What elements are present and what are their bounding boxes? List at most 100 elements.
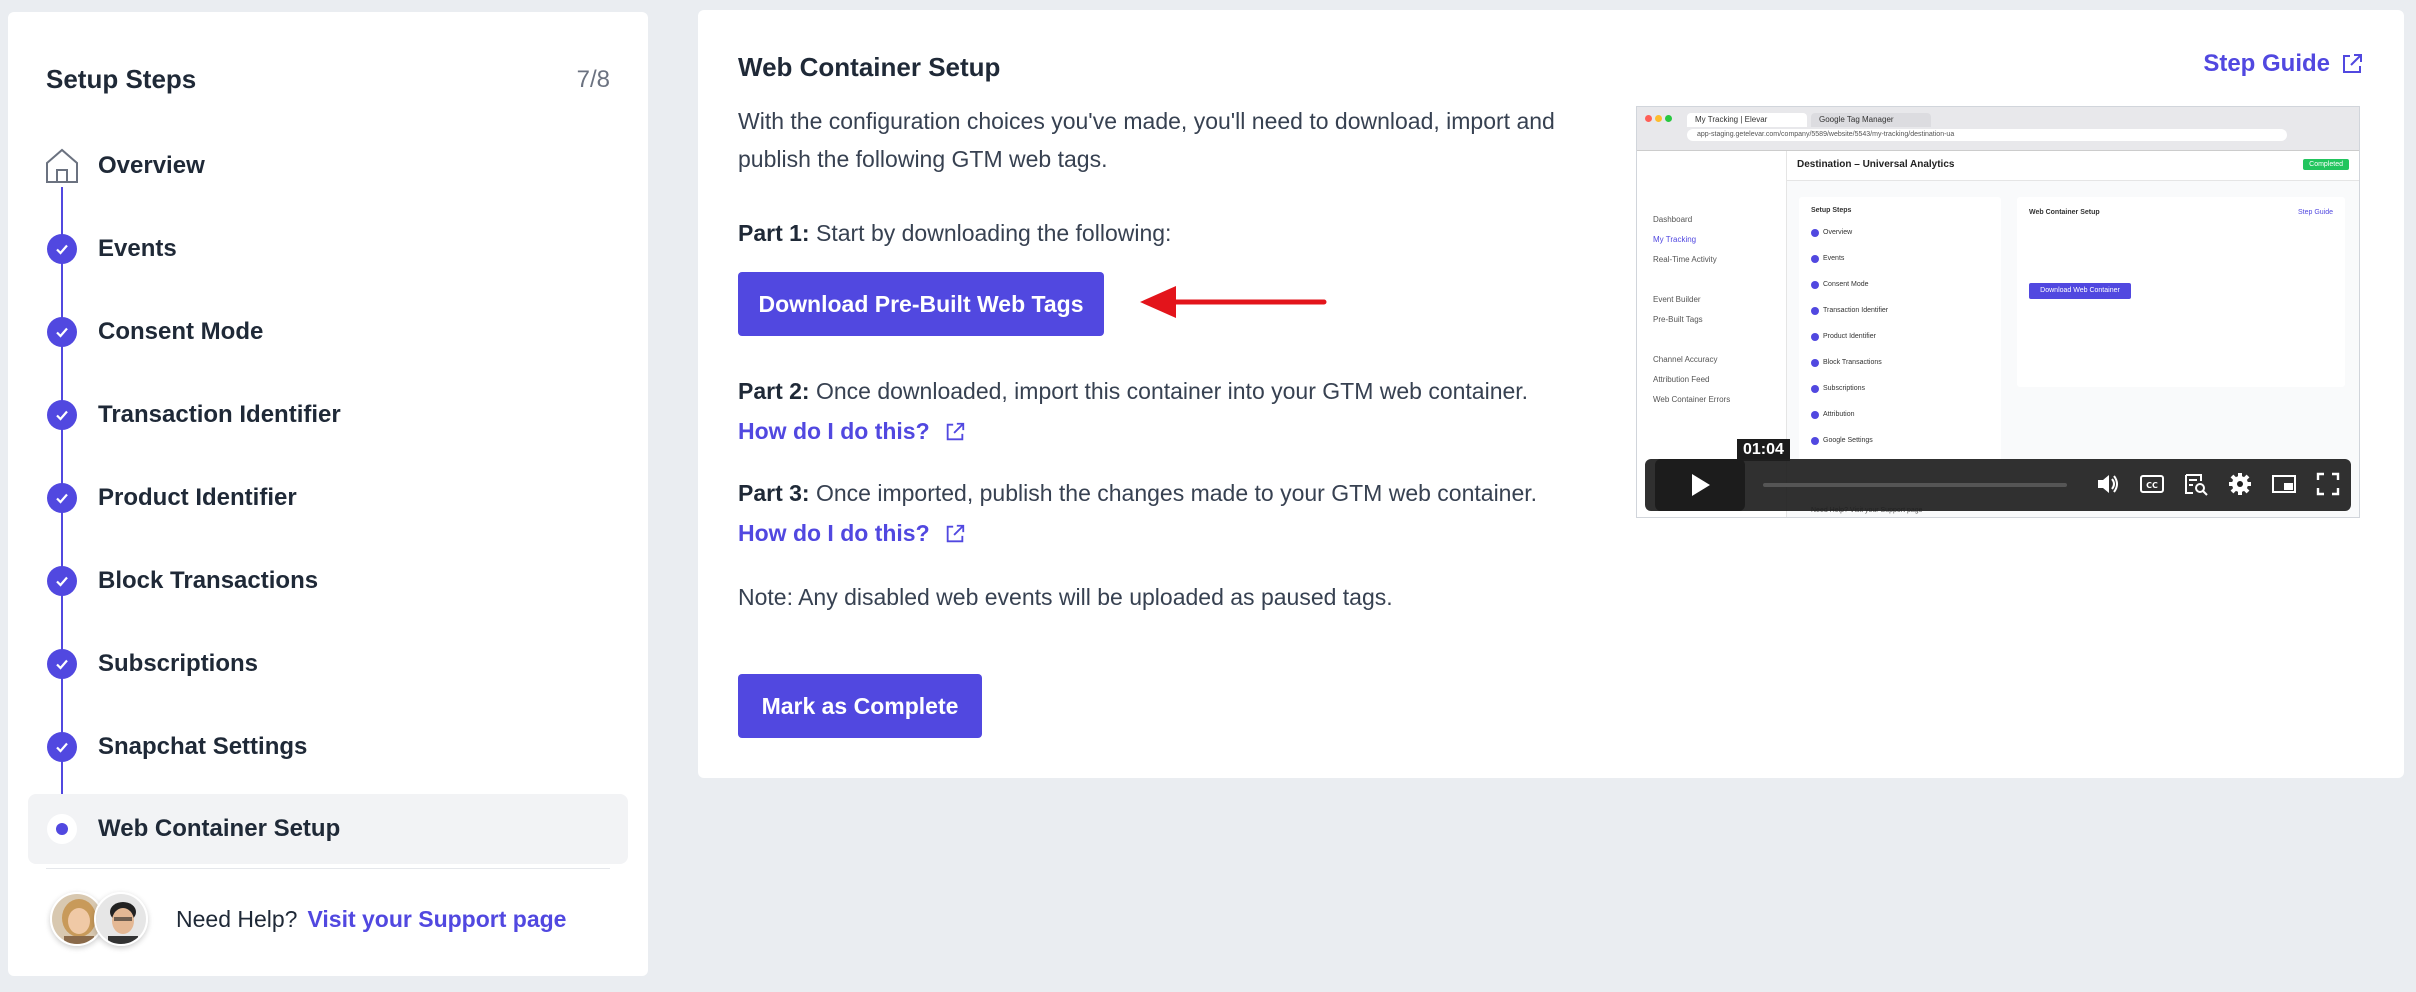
- settings-icon[interactable]: [2227, 471, 2253, 497]
- external-link-icon: [946, 524, 964, 542]
- maximize-dot-icon: [1665, 115, 1672, 122]
- check-icon: [47, 565, 77, 596]
- step-dot-icon: [1811, 229, 1819, 237]
- step-label: Consent Mode: [98, 317, 264, 345]
- browser-tab: My Tracking | Elevar: [1687, 113, 1807, 127]
- nav-item: Web Container Errors: [1653, 395, 1731, 404]
- nav-item: Event Builder: [1653, 295, 1701, 304]
- video-header: Destination – Universal Analytics Comple…: [1787, 151, 2359, 181]
- video-step: Attribution: [1823, 411, 1855, 418]
- step-events[interactable]: Events: [8, 207, 648, 290]
- video-step: Transaction Identifier: [1823, 307, 1889, 314]
- step-label: Product Identifier: [98, 483, 297, 511]
- browser-tab: Google Tag Manager: [1811, 113, 1931, 127]
- setup-steps-sidebar: Setup Steps 7/8 Overview Events Consent …: [8, 12, 648, 976]
- step-label: Web Container Setup: [98, 815, 341, 842]
- play-icon: [1692, 474, 1710, 496]
- step-overview[interactable]: Overview: [8, 124, 648, 207]
- step-subscriptions[interactable]: Subscriptions: [8, 622, 648, 705]
- step-dot-icon: [1811, 307, 1819, 315]
- step-dot-icon: [1811, 359, 1819, 367]
- part-text: Once imported, publish the changes made …: [815, 480, 1538, 506]
- how-do-i-link-publish[interactable]: How do I do this?: [738, 520, 966, 547]
- video-steps-title: Setup Steps: [1811, 207, 1852, 214]
- video-step-guide: Step Guide: [2297, 209, 2333, 216]
- howto-label: How do I do this?: [738, 418, 930, 444]
- step-label: Overview: [98, 151, 205, 179]
- step-dot-icon: [1811, 255, 1819, 263]
- step-label: Snapchat Settings: [98, 732, 308, 760]
- howto-label: How do I do this?: [738, 520, 930, 546]
- note-text: Note: Any disabled web events will be up…: [738, 584, 1393, 610]
- check-icon: [47, 731, 77, 762]
- home-icon: [46, 148, 78, 183]
- mark-as-complete-button[interactable]: Mark as Complete: [738, 674, 982, 738]
- step-web-container-setup[interactable]: Web Container Setup: [28, 794, 628, 864]
- external-link-icon: [2343, 54, 2362, 73]
- fullscreen-icon[interactable]: [2315, 471, 2341, 497]
- part-1: Part 1: Start by downloading the followi…: [738, 214, 1171, 252]
- step-dot-icon: [1811, 437, 1819, 445]
- step-block-transactions[interactable]: Block Transactions: [8, 539, 648, 622]
- web-container-setup-card: Web Container Setup Step Guide With the …: [698, 10, 2404, 778]
- picture-in-picture-icon[interactable]: [2271, 471, 2297, 497]
- video-step: Block Transactions: [1823, 359, 1882, 366]
- captions-icon[interactable]: CC: [2139, 471, 2165, 497]
- video-content-title: Web Container Setup: [2029, 209, 2100, 216]
- step-label: Transaction Identifier: [98, 400, 341, 428]
- download-web-tags-button[interactable]: Download Pre-Built Web Tags: [738, 272, 1104, 336]
- how-do-i-link-import[interactable]: How do I do this?: [738, 418, 966, 445]
- step-dot-icon: [1811, 333, 1819, 341]
- step-dot-icon: [1811, 281, 1819, 289]
- check-icon: [47, 482, 77, 513]
- help-section: Need Help? Visit your Support page: [50, 892, 566, 946]
- nav-item: Attribution Feed: [1653, 375, 1710, 384]
- minimize-dot-icon: [1655, 115, 1662, 122]
- step-guide-link[interactable]: Step Guide: [2203, 50, 2364, 78]
- part-text: Once downloaded, import this container i…: [815, 378, 1529, 404]
- step-product-identifier[interactable]: Product Identifier: [8, 456, 648, 539]
- part-label: Part 1:: [738, 220, 810, 246]
- browser-chrome: My Tracking | Elevar Google Tag Manager …: [1637, 107, 2359, 151]
- part-3: Part 3: Once imported, publish the chang…: [738, 474, 1638, 512]
- external-link-icon: [946, 422, 964, 440]
- nav-item: My Tracking: [1653, 235, 1697, 244]
- video-progress-bar[interactable]: [1763, 483, 2067, 487]
- video-timestamp: 01:04: [1737, 439, 1790, 461]
- step-dot-icon: [1811, 411, 1819, 419]
- transcript-icon[interactable]: [2183, 471, 2209, 497]
- video-steps-panel: Setup Steps Overview Events Consent Mode…: [1799, 197, 2001, 497]
- step-consent-mode[interactable]: Consent Mode: [8, 290, 648, 373]
- video-step: Events: [1823, 255, 1845, 262]
- help-text: Need Help?: [176, 905, 298, 932]
- page-title: Web Container Setup: [738, 52, 1001, 82]
- part-label: Part 2:: [738, 378, 810, 404]
- volume-icon[interactable]: [2095, 471, 2121, 497]
- step-snapchat-settings[interactable]: Snapchat Settings: [8, 705, 648, 788]
- video-step: Overview: [1823, 229, 1853, 236]
- svg-text:CC: CC: [2146, 481, 2158, 490]
- close-dot-icon: [1645, 115, 1652, 122]
- part-text: Start by downloading the following:: [815, 220, 1172, 246]
- step-counter: 7/8: [576, 66, 610, 93]
- sidebar-title: Setup Steps: [46, 64, 197, 94]
- nav-item: Dashboard: [1653, 215, 1693, 224]
- video-step: Subscriptions: [1823, 385, 1866, 392]
- step-transaction-identifier[interactable]: Transaction Identifier: [8, 373, 648, 456]
- tutorial-video[interactable]: My Tracking | Elevar Google Tag Manager …: [1636, 106, 2360, 518]
- video-control-icons: CC: [2095, 471, 2341, 497]
- step-dot-icon: [1811, 385, 1819, 393]
- completed-badge: Completed: [2303, 159, 2349, 170]
- video-header-title: Destination – Universal Analytics: [1797, 159, 1955, 170]
- step-label: Block Transactions: [98, 566, 319, 594]
- nav-item: Channel Accuracy: [1653, 355, 1718, 364]
- support-page-link[interactable]: Visit your Support page: [307, 906, 566, 933]
- step-list: Overview Events Consent Mode Transaction…: [8, 124, 648, 864]
- play-button[interactable]: [1655, 459, 1745, 511]
- url-bar: app-staging.getelevar.com/company/5589/w…: [1687, 129, 2287, 141]
- step-label: Subscriptions: [98, 649, 259, 677]
- avatar: [94, 892, 148, 946]
- check-icon: [47, 399, 77, 430]
- step-label: Events: [98, 234, 177, 262]
- video-controls: CC: [1645, 459, 2351, 511]
